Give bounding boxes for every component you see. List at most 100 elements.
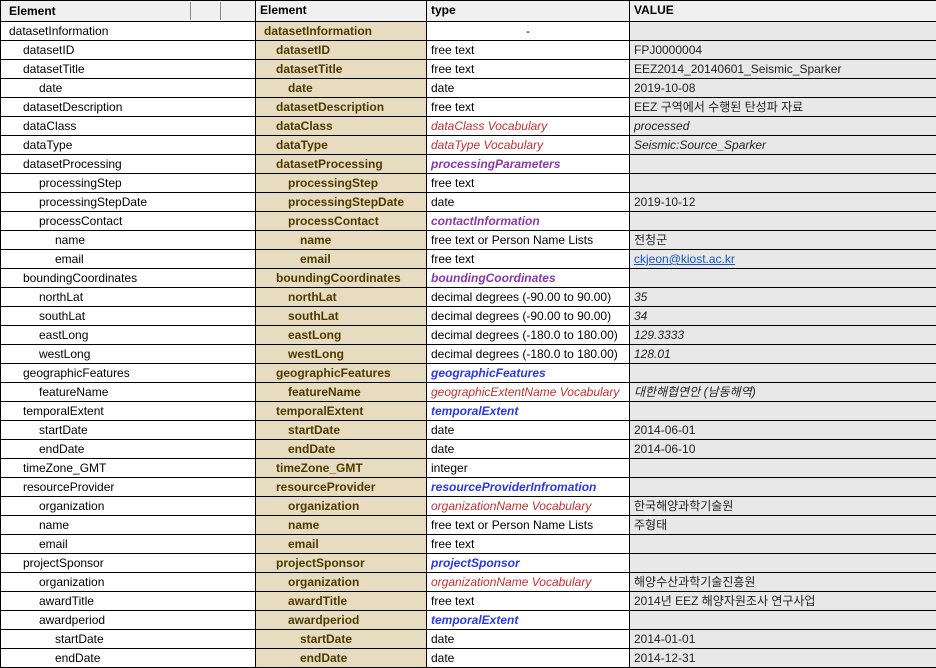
- tree-node[interactable]: email: [1, 535, 256, 554]
- tree-node[interactable]: datasetID: [1, 41, 256, 60]
- element-name[interactable]: awardTitle: [256, 592, 427, 611]
- element-name[interactable]: endDate: [256, 649, 427, 668]
- value-cell[interactable]: [630, 155, 936, 174]
- value-cell[interactable]: [630, 611, 936, 630]
- value-cell[interactable]: [630, 212, 936, 231]
- value-cell[interactable]: 주형태: [630, 516, 936, 535]
- tree-node[interactable]: boundingCoordinates: [1, 269, 256, 288]
- value-cell[interactable]: 128.01: [630, 345, 936, 364]
- value-cell[interactable]: EEZ2014_20140601_Seismic_Sparker: [630, 60, 936, 79]
- tree-node[interactable]: geographicFeatures: [1, 364, 256, 383]
- element-name[interactable]: resourceProvider: [256, 478, 427, 497]
- value-cell[interactable]: 34: [630, 307, 936, 326]
- element-name[interactable]: dataClass: [256, 117, 427, 136]
- tree-node[interactable]: temporalExtent: [1, 402, 256, 421]
- value-cell[interactable]: 2014-01-01: [630, 630, 936, 649]
- tree-node[interactable]: processingStep: [1, 174, 256, 193]
- value-cell[interactable]: 35: [630, 288, 936, 307]
- element-name[interactable]: datasetID: [256, 41, 427, 60]
- value-cell[interactable]: [630, 535, 936, 554]
- tree-node[interactable]: organization: [1, 497, 256, 516]
- tree-node[interactable]: name: [1, 231, 256, 250]
- value-cell[interactable]: 대한해협연안 (남동해역): [630, 383, 936, 402]
- tree-node[interactable]: westLong: [1, 345, 256, 364]
- element-name[interactable]: email: [256, 535, 427, 554]
- element-name[interactable]: name: [256, 231, 427, 250]
- value-cell[interactable]: [630, 174, 936, 193]
- element-name[interactable]: organization: [256, 497, 427, 516]
- value-cell[interactable]: ckjeon@kiost.ac.kr: [630, 250, 936, 269]
- value-cell[interactable]: FPJ0000004: [630, 41, 936, 60]
- value-cell[interactable]: [630, 269, 936, 288]
- value-cell[interactable]: 2014-12-31: [630, 649, 936, 668]
- tree-node[interactable]: awardTitle: [1, 592, 256, 611]
- value-cell[interactable]: 2014-06-10: [630, 440, 936, 459]
- tree-node[interactable]: endDate: [1, 649, 256, 668]
- tree-node[interactable]: timeZone_GMT: [1, 459, 256, 478]
- tree-node[interactable]: awardperiod: [1, 611, 256, 630]
- element-name[interactable]: awardperiod: [256, 611, 427, 630]
- value-cell[interactable]: 한국해양과학기술원: [630, 497, 936, 516]
- tree-node[interactable]: email: [1, 250, 256, 269]
- tree-node[interactable]: projectSponsor: [1, 554, 256, 573]
- value-cell[interactable]: Seismic:Source_Sparker: [630, 136, 936, 155]
- element-name[interactable]: northLat: [256, 288, 427, 307]
- element-name[interactable]: datasetInformation: [256, 22, 427, 41]
- element-name[interactable]: datasetDescription: [256, 98, 427, 117]
- tree-node[interactable]: startDate: [1, 421, 256, 440]
- tree-node[interactable]: eastLong: [1, 326, 256, 345]
- value-cell[interactable]: 2014년 EEZ 해양자원조사 연구사업: [630, 592, 936, 611]
- element-name[interactable]: endDate: [256, 440, 427, 459]
- element-name[interactable]: datasetProcessing: [256, 155, 427, 174]
- value-cell[interactable]: 129.3333: [630, 326, 936, 345]
- element-name[interactable]: featureName: [256, 383, 427, 402]
- tree-node[interactable]: dataType: [1, 136, 256, 155]
- tree-node[interactable]: northLat: [1, 288, 256, 307]
- tree-node[interactable]: processContact: [1, 212, 256, 231]
- tree-node[interactable]: datasetDescription: [1, 98, 256, 117]
- element-name[interactable]: processContact: [256, 212, 427, 231]
- tree-node[interactable]: name: [1, 516, 256, 535]
- tree-node[interactable]: datasetProcessing: [1, 155, 256, 174]
- value-cell[interactable]: [630, 22, 936, 41]
- tree-node[interactable]: featureName: [1, 383, 256, 402]
- tree-node[interactable]: endDate: [1, 440, 256, 459]
- element-name[interactable]: westLong: [256, 345, 427, 364]
- element-name[interactable]: temporalExtent: [256, 402, 427, 421]
- element-name[interactable]: processingStep: [256, 174, 427, 193]
- value-cell[interactable]: [630, 478, 936, 497]
- tree-node[interactable]: date: [1, 79, 256, 98]
- element-name[interactable]: geographicFeatures: [256, 364, 427, 383]
- value-cell[interactable]: [630, 402, 936, 421]
- element-name[interactable]: boundingCoordinates: [256, 269, 427, 288]
- tree-node[interactable]: southLat: [1, 307, 256, 326]
- value-cell[interactable]: 2019-10-12: [630, 193, 936, 212]
- element-name[interactable]: processingStepDate: [256, 193, 427, 212]
- tree-node[interactable]: dataClass: [1, 117, 256, 136]
- value-cell[interactable]: EEZ 구역에서 수행된 탄성파 자료: [630, 98, 936, 117]
- tree-node[interactable]: organization: [1, 573, 256, 592]
- element-name[interactable]: southLat: [256, 307, 427, 326]
- element-name[interactable]: eastLong: [256, 326, 427, 345]
- element-name[interactable]: datasetTitle: [256, 60, 427, 79]
- element-name[interactable]: dataType: [256, 136, 427, 155]
- element-name[interactable]: startDate: [256, 421, 427, 440]
- value-cell[interactable]: 전청군: [630, 231, 936, 250]
- tree-node[interactable]: resourceProvider: [1, 478, 256, 497]
- value-cell[interactable]: 2014-06-01: [630, 421, 936, 440]
- tree-node[interactable]: processingStepDate: [1, 193, 256, 212]
- element-name[interactable]: name: [256, 516, 427, 535]
- value-cell[interactable]: 해양수산과학기술진흥원: [630, 573, 936, 592]
- element-name[interactable]: email: [256, 250, 427, 269]
- value-cell[interactable]: [630, 459, 936, 478]
- element-name[interactable]: date: [256, 79, 427, 98]
- element-name[interactable]: projectSponsor: [256, 554, 427, 573]
- tree-node[interactable]: startDate: [1, 630, 256, 649]
- value-cell[interactable]: 2019-10-08: [630, 79, 936, 98]
- element-name[interactable]: organization: [256, 573, 427, 592]
- element-name[interactable]: startDate: [256, 630, 427, 649]
- value-cell[interactable]: processed: [630, 117, 936, 136]
- value-cell[interactable]: [630, 364, 936, 383]
- tree-node[interactable]: datasetInformation: [1, 22, 256, 41]
- email-link[interactable]: ckjeon@kiost.ac.kr: [634, 252, 735, 266]
